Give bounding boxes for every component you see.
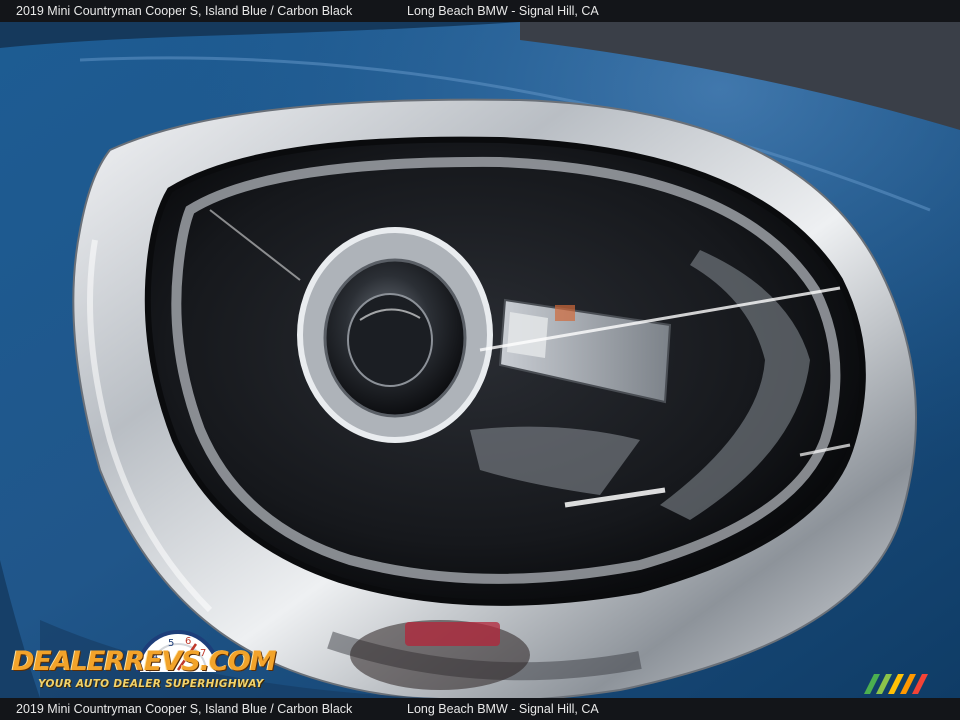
headlight-photo: [0, 22, 960, 698]
vehicle-caption: 2019 Mini Countryman Cooper S, Island Bl…: [16, 702, 353, 716]
speed-stripes-icon: [864, 674, 928, 694]
dealer-caption: Long Beach BMW - Signal Hill, CA: [407, 702, 599, 716]
vehicle-caption: 2019 Mini Countryman Cooper S, Island Bl…: [16, 4, 353, 18]
dealer-caption: Long Beach BMW - Signal Hill, CA: [407, 4, 599, 18]
dealerrevs-watermark: 4 5 6 7 DEALERREVS.COM YOUR AUTO DEALER …: [12, 624, 277, 696]
watermark-tagline: YOUR AUTO DEALER SUPERHIGHWAY: [38, 678, 264, 690]
caption-bar-top: 2019 Mini Countryman Cooper S, Island Bl…: [0, 0, 960, 22]
watermark-brand: DEALERREVS.COM: [12, 646, 277, 677]
caption-bar-bottom: 2019 Mini Countryman Cooper S, Island Bl…: [0, 698, 960, 720]
